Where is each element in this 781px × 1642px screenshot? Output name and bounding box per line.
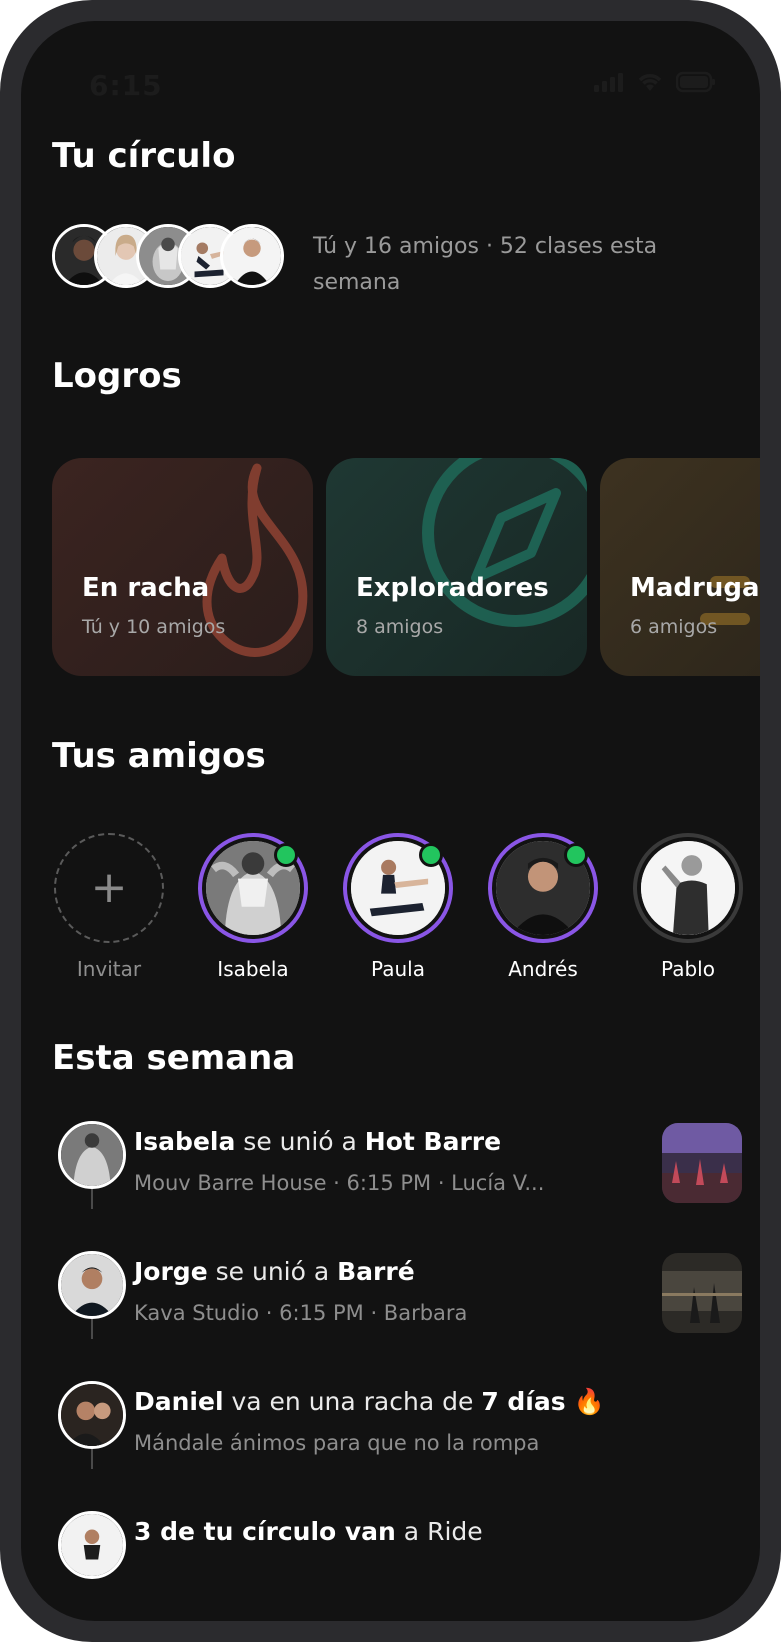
circle-summary: Tú y 16 amigos · 52 clases esta semana (313, 234, 658, 295)
activity-item[interactable]: Isabela se unió a Hot Barre Mouv Barre H… (52, 1121, 742, 1231)
activity-name: Jorge (134, 1257, 208, 1286)
timeline-connector (91, 1189, 93, 1209)
achievement-subtitle: 8 amigos (356, 616, 444, 638)
achievement-title: Exploradores (356, 573, 549, 603)
activity-item[interactable]: Jorge se unió a Barré Kava Studio · 6:15… (52, 1251, 742, 1361)
activity-action: va en una racha de (223, 1387, 482, 1416)
activity-action: se unió a (207, 1257, 338, 1286)
friend-pablo[interactable]: Pablo (630, 833, 746, 981)
invite-label: Invitar (76, 957, 142, 981)
activity-name: Daniel (134, 1387, 224, 1416)
avatar (58, 1511, 126, 1579)
activity-title: 3 de tu círculo van a Ride (134, 1517, 483, 1546)
circle-avatars[interactable] (52, 224, 284, 288)
status-time: 6:15 (89, 69, 163, 102)
achievements-carousel[interactable]: En racha Tú y 10 amigos Exploradores 8 a… (52, 458, 760, 676)
phone-frame: 6:15 Tu círculo Tú y 16 amigos · 52 clas… (0, 0, 781, 1642)
invite-ring[interactable]: + (54, 833, 164, 943)
timeline-connector (91, 1449, 93, 1469)
avatar (641, 841, 735, 935)
achievement-card-explorers[interactable]: Exploradores 8 amigos (326, 458, 587, 676)
friend-isabela[interactable]: Isabela (195, 833, 311, 981)
friend-avatar-ring[interactable] (633, 833, 743, 943)
activity-subtitle: Mándale ánimos para que no la rompa (134, 1431, 540, 1455)
activity-title: Isabela se unió a Hot Barre (134, 1127, 501, 1156)
achievement-subtitle: 6 amigos (630, 616, 718, 638)
activity-item[interactable]: 3 de tu círculo van a Ride (52, 1511, 742, 1621)
activity-name: 3 de tu círculo van (134, 1517, 396, 1546)
timeline-connector (91, 1319, 93, 1339)
friend-avatar-ring[interactable] (343, 833, 453, 943)
activity-subtitle: Kava Studio · 6:15 PM · Barbara (134, 1301, 468, 1325)
achievement-card-streak[interactable]: En racha Tú y 10 amigos (52, 458, 313, 676)
activity-item[interactable]: Daniel va en una racha de 7 días 🔥 Mánda… (52, 1381, 742, 1491)
flame-icon (202, 463, 308, 657)
achievement-title: En racha (82, 573, 210, 603)
avatar (58, 1381, 126, 1449)
compass-icon (422, 458, 587, 627)
avatar (58, 1251, 126, 1319)
online-indicator (274, 843, 298, 867)
plus-icon: + (90, 862, 128, 913)
week-heading: Esta semana (52, 1038, 296, 1078)
friends-row: + Invitar Isabela Paula Andrés Pablo (52, 833, 760, 983)
status-bar: 6:15 (21, 21, 760, 121)
invite-button[interactable]: + Invitar (51, 833, 167, 981)
friend-paula[interactable]: Paula (340, 833, 456, 981)
status-icons (594, 71, 716, 97)
avatar (220, 224, 284, 288)
friend-name: Isabela (217, 957, 289, 981)
activity-target: Ride (427, 1517, 483, 1546)
activity-target: 7 días (481, 1387, 566, 1416)
activity-action: a (395, 1517, 428, 1546)
activity-title: Daniel va en una racha de 7 días 🔥 (134, 1387, 605, 1417)
friend-andres[interactable]: Andrés (485, 833, 601, 981)
online-indicator (419, 843, 443, 867)
activity-title: Jorge se unió a Barré (134, 1257, 415, 1286)
friends-heading: Tus amigos (52, 736, 266, 776)
wifi-icon (636, 71, 664, 97)
friend-avatar-ring[interactable] (488, 833, 598, 943)
sun-icon (700, 576, 750, 625)
friend-name: Andrés (508, 957, 578, 981)
friend-name: Pablo (661, 957, 715, 981)
class-thumbnail[interactable] (662, 1253, 742, 1333)
activity-target: Hot Barre (364, 1127, 502, 1156)
achievement-title: Madrugadores (630, 573, 760, 603)
achievement-card-early-risers[interactable]: Madrugadores 6 amigos (600, 458, 760, 676)
signal-icon (594, 72, 624, 96)
activity-subtitle: Mouv Barre House · 6:15 PM · Lucía V... (134, 1171, 545, 1195)
friend-name: Paula (371, 957, 425, 981)
achievement-subtitle: Tú y 10 amigos (82, 616, 226, 638)
flame-emoji-icon: 🔥 (573, 1387, 605, 1416)
battery-icon (675, 71, 716, 97)
activity-action: se unió a (235, 1127, 365, 1156)
friend-avatar-ring[interactable] (198, 833, 308, 943)
activity-target: Barré (337, 1257, 415, 1286)
circle-heading: Tu círculo (52, 136, 236, 176)
activity-name: Isabela (134, 1127, 236, 1156)
class-thumbnail[interactable] (662, 1123, 742, 1203)
app-screen: 6:15 Tu círculo Tú y 16 amigos · 52 clas… (21, 21, 760, 1621)
avatar (58, 1121, 126, 1189)
achievements-heading: Logros (52, 356, 182, 396)
online-indicator (564, 843, 588, 867)
